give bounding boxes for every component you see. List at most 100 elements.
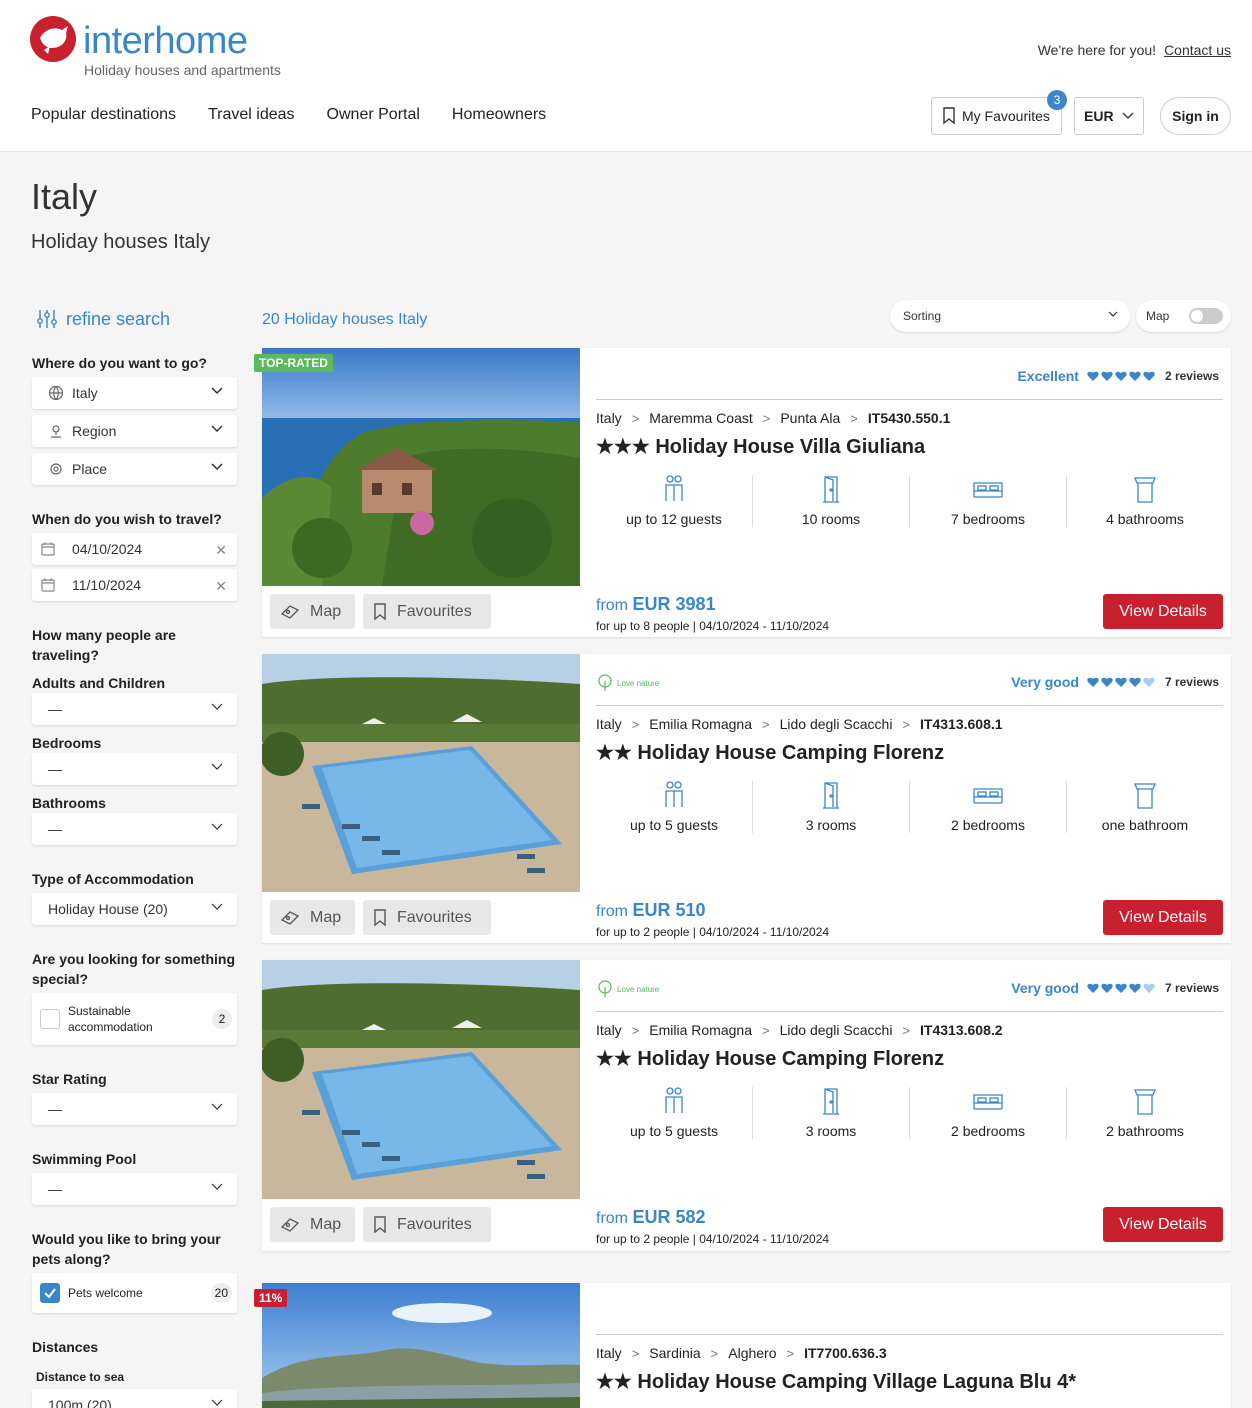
rating-label: Excellent	[1017, 368, 1079, 384]
nav-popular-destinations[interactable]: Popular destinations	[31, 106, 176, 124]
chevron-down-icon	[211, 463, 223, 471]
my-favourites-button[interactable]: My Favourites 3	[931, 90, 1067, 135]
place-select[interactable]: Place	[32, 453, 237, 485]
crumb-region[interactable]: Sardinia	[649, 1345, 700, 1361]
pets-checkbox[interactable]: Pets welcome 20	[32, 1273, 237, 1313]
property-photo[interactable]	[262, 348, 580, 586]
love-nature-label: Love nature	[617, 678, 660, 688]
chevron-down-icon	[211, 703, 223, 710]
crumb-country[interactable]: Italy	[596, 1022, 622, 1038]
refine-search-label: refine search	[66, 308, 171, 329]
door-icon	[823, 1088, 839, 1115]
view-details-button[interactable]: View Details	[1103, 1207, 1223, 1242]
property-photo[interactable]	[262, 654, 580, 892]
favourites-button[interactable]: Favourites	[363, 594, 491, 629]
property-photo[interactable]	[262, 1283, 580, 1408]
favourites-count-badge: 3	[1047, 90, 1067, 110]
favourites-button[interactable]: Favourites	[363, 900, 491, 935]
listing-title[interactable]: ★★ Holiday House Camping Florenz	[596, 740, 944, 765]
clear-icon[interactable]: ✕	[215, 578, 227, 595]
sea-distance-select[interactable]: 100m (20)	[32, 1389, 237, 1408]
pool-select[interactable]: —	[32, 1173, 237, 1205]
chevron-down-icon	[1108, 311, 1118, 317]
heart-icon	[1101, 677, 1113, 687]
tree-icon	[598, 980, 612, 997]
pets-label: Would you like to bring your pets along?	[32, 1231, 221, 1267]
crumb-region[interactable]: Maremma Coast	[649, 410, 752, 426]
nav-travel-ideas[interactable]: Travel ideas	[208, 106, 295, 124]
listing-card[interactable]: Map Favourites Love nature Very good 7 r…	[262, 654, 1231, 943]
date-from-field[interactable]: 04/10/2024 ✕	[32, 533, 237, 565]
currency-select[interactable]: EUR	[1074, 97, 1144, 135]
distances-label: Distances	[32, 1339, 99, 1355]
crumb-country[interactable]: Italy	[596, 1345, 622, 1361]
crumb-place[interactable]: Lido degli Scacchi	[780, 1022, 893, 1038]
date-to-field[interactable]: 11/10/2024 ✕	[32, 569, 237, 601]
adults-select[interactable]: —	[32, 693, 237, 725]
crumb-country[interactable]: Italy	[596, 410, 622, 426]
star-select[interactable]: —	[32, 1093, 237, 1125]
map-marker-icon	[280, 604, 300, 619]
map-toggle[interactable]: Map	[1136, 300, 1231, 332]
review-count[interactable]: 7 reviews	[1165, 675, 1219, 689]
favourites-button[interactable]: Favourites	[363, 1207, 491, 1242]
sign-in-button[interactable]: Sign in	[1160, 97, 1231, 135]
map-button[interactable]: Map	[270, 1207, 355, 1242]
logo[interactable]: interhome Holiday houses and apartments	[30, 16, 281, 78]
bathrooms-select[interactable]: —	[32, 813, 237, 845]
heart-icon	[1129, 677, 1141, 687]
checkbox-unchecked[interactable]	[40, 1009, 60, 1029]
review-count[interactable]: 7 reviews	[1165, 981, 1219, 995]
nav-owner-portal[interactable]: Owner Portal	[327, 106, 420, 124]
map-button[interactable]: Map	[270, 900, 355, 935]
sorting-select[interactable]: Sorting	[890, 300, 1130, 332]
door-icon	[823, 782, 839, 809]
price: from EUR 3981	[596, 594, 716, 615]
crumb-region[interactable]: Emilia Romagna	[649, 716, 752, 732]
calendar-icon	[40, 577, 56, 593]
region-select[interactable]: Region	[32, 415, 237, 447]
country-select[interactable]: Italy	[32, 377, 237, 409]
door-icon	[823, 476, 839, 503]
listing-card[interactable]: 11% Italy > Sardinia > Alghero > IT7700.636…	[254, 1283, 1231, 1408]
type-select[interactable]: Holiday House (20)	[32, 893, 237, 925]
rating-hearts	[1087, 983, 1155, 994]
feature-bathrooms: 4 bathrooms	[1067, 475, 1223, 527]
listing-card[interactable]: TOP-RATED Map Favourites Excellent 2 rev…	[254, 348, 1231, 637]
rating-hearts	[1087, 677, 1155, 688]
bedrooms-select[interactable]: —	[32, 753, 237, 785]
map-button[interactable]: Map	[270, 594, 355, 629]
map-button-label: Map	[310, 1215, 342, 1233]
property-photo[interactable]	[262, 960, 580, 1199]
review-count[interactable]: 2 reviews	[1165, 369, 1219, 383]
star-value: —	[48, 1101, 62, 1117]
clear-icon[interactable]: ✕	[215, 542, 227, 559]
refine-search-button[interactable]: refine search	[36, 308, 170, 330]
crumb-place[interactable]: Lido degli Scacchi	[780, 716, 893, 732]
listing-name: Holiday House Camping Village Laguna Blu…	[637, 1371, 1077, 1393]
chevron-down-icon	[211, 387, 223, 395]
when-label: When do you wish to travel?	[32, 511, 222, 527]
contact-link[interactable]: Contact us	[1164, 42, 1231, 58]
guests-icon	[665, 781, 683, 807]
sea-label: Distance to sea	[36, 1370, 125, 1384]
feature-bathrooms: one bathroom	[1067, 781, 1223, 833]
checkbox-checked[interactable]	[40, 1283, 60, 1303]
crumb-place[interactable]: Alghero	[728, 1345, 776, 1361]
listing-card[interactable]: Map Favourites Love nature Very good 7 r…	[262, 960, 1231, 1251]
listing-title[interactable]: ★★ Holiday House Camping Florenz	[596, 1046, 944, 1071]
listing-title[interactable]: ★★ Holiday House Camping Village Laguna …	[596, 1369, 1076, 1394]
sustainable-checkbox[interactable]: Sustainable accommodation 2	[32, 993, 237, 1045]
crumb-region[interactable]: Emilia Romagna	[649, 1022, 752, 1038]
nav-homeowners[interactable]: Homeowners	[452, 106, 546, 124]
heart-icon	[1129, 371, 1141, 381]
view-details-button[interactable]: View Details	[1103, 594, 1223, 629]
crumb-country[interactable]: Italy	[596, 716, 622, 732]
location-icon	[48, 461, 64, 477]
view-details-button[interactable]: View Details	[1103, 900, 1223, 935]
map-button-label: Map	[310, 602, 342, 620]
listing-title[interactable]: ★★★ Holiday House Villa Giuliana	[596, 434, 925, 459]
crumb-place[interactable]: Punta Ala	[780, 410, 840, 426]
toggle-switch[interactable]	[1189, 308, 1223, 324]
bathrooms-label: Bathrooms	[32, 795, 106, 811]
